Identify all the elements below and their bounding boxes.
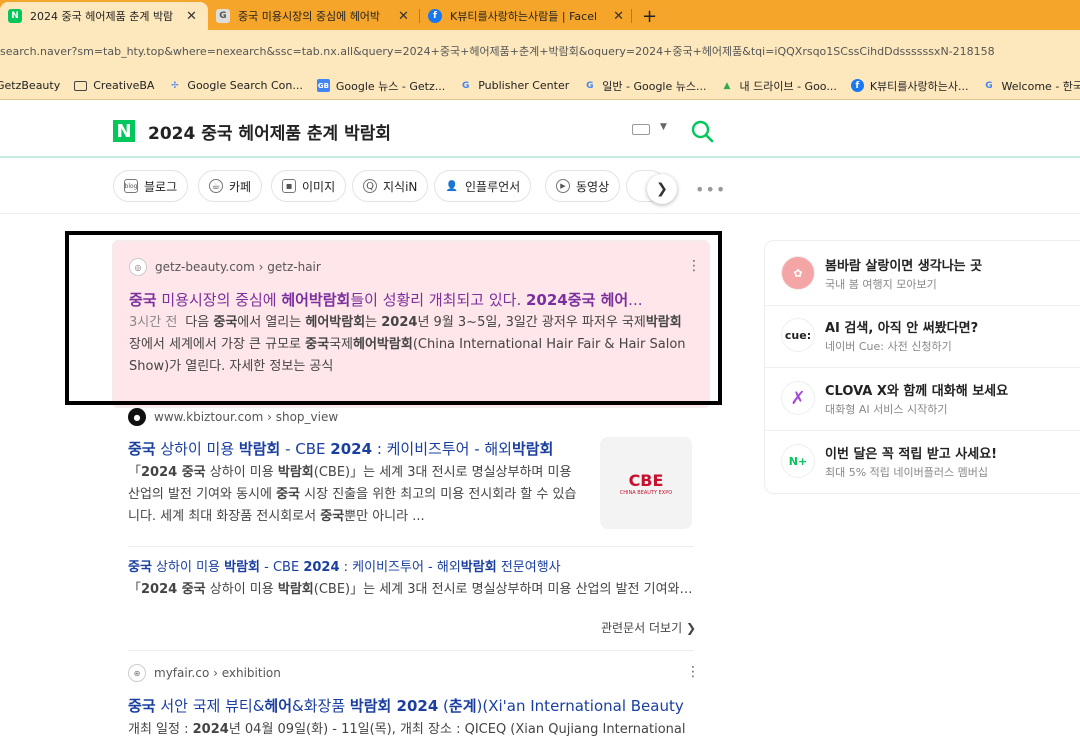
- facebook-icon: f: [851, 79, 864, 92]
- cbe-logo: CBE: [629, 471, 664, 490]
- clova-icon: ✗: [781, 381, 815, 415]
- bookmark-facebook[interactable]: fK뷰티를사랑하는사...: [851, 78, 969, 94]
- globe-icon: ⊕: [128, 664, 146, 682]
- related-doc-title-link[interactable]: 중국 상하이 미용 박람회 - CBE 2024 : 케이비즈투어 - 해외박람…: [128, 556, 694, 575]
- facebook-favicon-icon: f: [428, 9, 442, 23]
- filter-cafe[interactable]: ☕카페: [198, 170, 262, 202]
- address-bar[interactable]: search.naver?sm=tab_hty.top&where=nexear…: [0, 30, 1080, 72]
- result-snippet: 개최 일정 : 2024년 04월 09일(화) - 11일(목), 개최 장소…: [128, 719, 694, 741]
- person-icon: 👤: [445, 179, 459, 193]
- close-tab-icon[interactable]: ✕: [398, 9, 409, 24]
- cafe-icon: ☕: [209, 179, 223, 193]
- google-icon: G: [459, 79, 472, 92]
- search-filter-bar: blog블로그 ☕카페 ▪이미지 Q지식iN 👤인플루언서 ▶동영상 ❯ •••: [0, 158, 1080, 214]
- sidebar-item-clova[interactable]: ✗ CLOVA X와 함께 대화해 보세요대화형 AI 서비스 시작하기: [781, 378, 1008, 418]
- folder-icon: [74, 81, 87, 91]
- close-tab-icon[interactable]: ✕: [186, 9, 197, 24]
- gsc-icon: ✢: [168, 79, 181, 92]
- result-source[interactable]: ⊕ myfair.co › exhibition: [128, 664, 281, 682]
- nplus-icon: N+: [781, 444, 815, 478]
- result-title-link[interactable]: 중국 상하이 미용 박람회 - CBE 2024 : 케이비즈투어 - 해외박람…: [128, 438, 578, 459]
- close-tab-icon[interactable]: ✕: [613, 9, 624, 24]
- site-favicon-icon: ●: [128, 408, 146, 426]
- kebab-menu-icon[interactable]: ⋮: [686, 664, 700, 680]
- qna-icon: Q: [363, 179, 377, 193]
- sidebar-item-cue[interactable]: cue: AI 검색, 아직 안 써봤다면?네이버 Cue: 사전 신청하기: [781, 315, 978, 355]
- naver-favicon-icon: N: [8, 9, 22, 23]
- chevron-right-icon[interactable]: ❯: [647, 174, 677, 204]
- url-text[interactable]: search.naver?sm=tab_hty.top&where=nexear…: [0, 43, 995, 59]
- browser-tab-bar: N 2024 중국 헤어제품 춘계 박람 ✕ G 중국 미용시장의 중심에 헤어…: [0, 0, 1080, 30]
- more-options-icon[interactable]: •••: [695, 180, 726, 199]
- bookmark-search-console[interactable]: ✢Google Search Con...: [168, 79, 302, 92]
- result-source[interactable]: ● www.kbiztour.com › shop_view: [128, 408, 338, 426]
- new-tab-button[interactable]: +: [632, 2, 667, 30]
- highlight-frame: [65, 231, 722, 405]
- search-header: N 2024 중국 헤어제품 춘계 박람회 ▼: [0, 100, 1080, 158]
- tab-title: 2024 중국 헤어제품 춘계 박람: [30, 8, 176, 24]
- result-snippet: 「2024 중국 상하이 미용 박람회(CBE)」는 세계 3대 전시로 명실상…: [128, 462, 584, 528]
- drive-icon: ▲: [720, 79, 733, 92]
- result-title-link[interactable]: 중국 서안 국제 뷰티&헤어&화장품 박람회 2024 (춘계)(Xi'an I…: [128, 695, 694, 716]
- filter-image[interactable]: ▪이미지: [271, 170, 346, 202]
- sidebar-item-nplus[interactable]: N+ 이번 달은 꼭 적립 받고 사세요!최대 5% 적립 네이버플러스 멤버십: [781, 441, 997, 481]
- bookmark-google-news[interactable]: GBGoogle 뉴스 - Getz...: [317, 78, 445, 94]
- gnews-icon: GB: [317, 79, 330, 92]
- keyboard-icon[interactable]: [632, 124, 650, 135]
- filter-kin[interactable]: Q지식iN: [352, 170, 428, 202]
- sidebar-promo-panel: ✿ 봄바람 살랑이면 생각나는 곳국내 봄 여행지 모아보기 cue: AI 검…: [764, 240, 1080, 494]
- bookmark-welcome[interactable]: GWelcome - 한국인...: [983, 78, 1080, 94]
- sidebar-item-spring-travel[interactable]: ✿ 봄바람 살랑이면 생각나는 곳국내 봄 여행지 모아보기: [781, 253, 982, 293]
- page-favicon-icon: G: [216, 9, 230, 23]
- bookmark-publisher-center[interactable]: GPublisher Center: [459, 79, 569, 92]
- search-icon[interactable]: [690, 119, 714, 143]
- filter-influencer[interactable]: 👤인플루언서: [434, 170, 531, 202]
- browser-tab-3[interactable]: f K뷰티를사랑하는사람들 | Facel ✕: [420, 2, 632, 30]
- related-docs-more-link[interactable]: 관련문서 더보기 ❯: [601, 619, 696, 636]
- tab-title: 중국 미용시장의 중심에 헤어박: [238, 8, 388, 24]
- bookmark-google-news-general[interactable]: G일반 - Google 뉴스...: [583, 78, 706, 94]
- bookmarks-bar: GetzBeauty CreativeBA ✢Google Search Con…: [0, 72, 1080, 100]
- result-thumbnail[interactable]: CBE CHINA BEAUTY EXPO: [600, 437, 692, 529]
- browser-tab-2[interactable]: G 중국 미용시장의 중심에 헤어박 ✕: [208, 2, 420, 30]
- blog-icon: blog: [124, 179, 138, 193]
- flower-icon: ✿: [781, 256, 815, 290]
- filter-video[interactable]: ▶동영상: [545, 170, 620, 202]
- cue-icon: cue:: [781, 318, 815, 352]
- google-icon: G: [583, 79, 596, 92]
- bookmark-getzbeauty[interactable]: GetzBeauty: [0, 79, 60, 92]
- browser-tab-1[interactable]: N 2024 중국 헤어제품 춘계 박람 ✕: [0, 2, 208, 30]
- related-doc-snippet: 「2024 중국 상하이 미용 박람회(CBE)」는 세계 3대 전시로 명실상…: [128, 578, 694, 597]
- google-icon: G: [983, 79, 996, 92]
- filter-blog[interactable]: blog블로그: [113, 170, 188, 202]
- play-icon: ▶: [556, 179, 570, 193]
- cbe-logo-sub: CHINA BEAUTY EXPO: [620, 490, 672, 496]
- naver-logo[interactable]: N: [113, 120, 135, 142]
- search-query-input[interactable]: 2024 중국 헤어제품 춘계 박람회: [148, 119, 391, 144]
- chevron-down-icon[interactable]: ▼: [660, 122, 667, 132]
- bookmark-creativeba[interactable]: CreativeBA: [74, 79, 154, 92]
- bookmark-google-drive[interactable]: ▲내 드라이브 - Goo...: [720, 78, 836, 94]
- image-icon: ▪: [282, 179, 296, 193]
- tab-title: K뷰티를사랑하는사람들 | Facel: [450, 8, 603, 24]
